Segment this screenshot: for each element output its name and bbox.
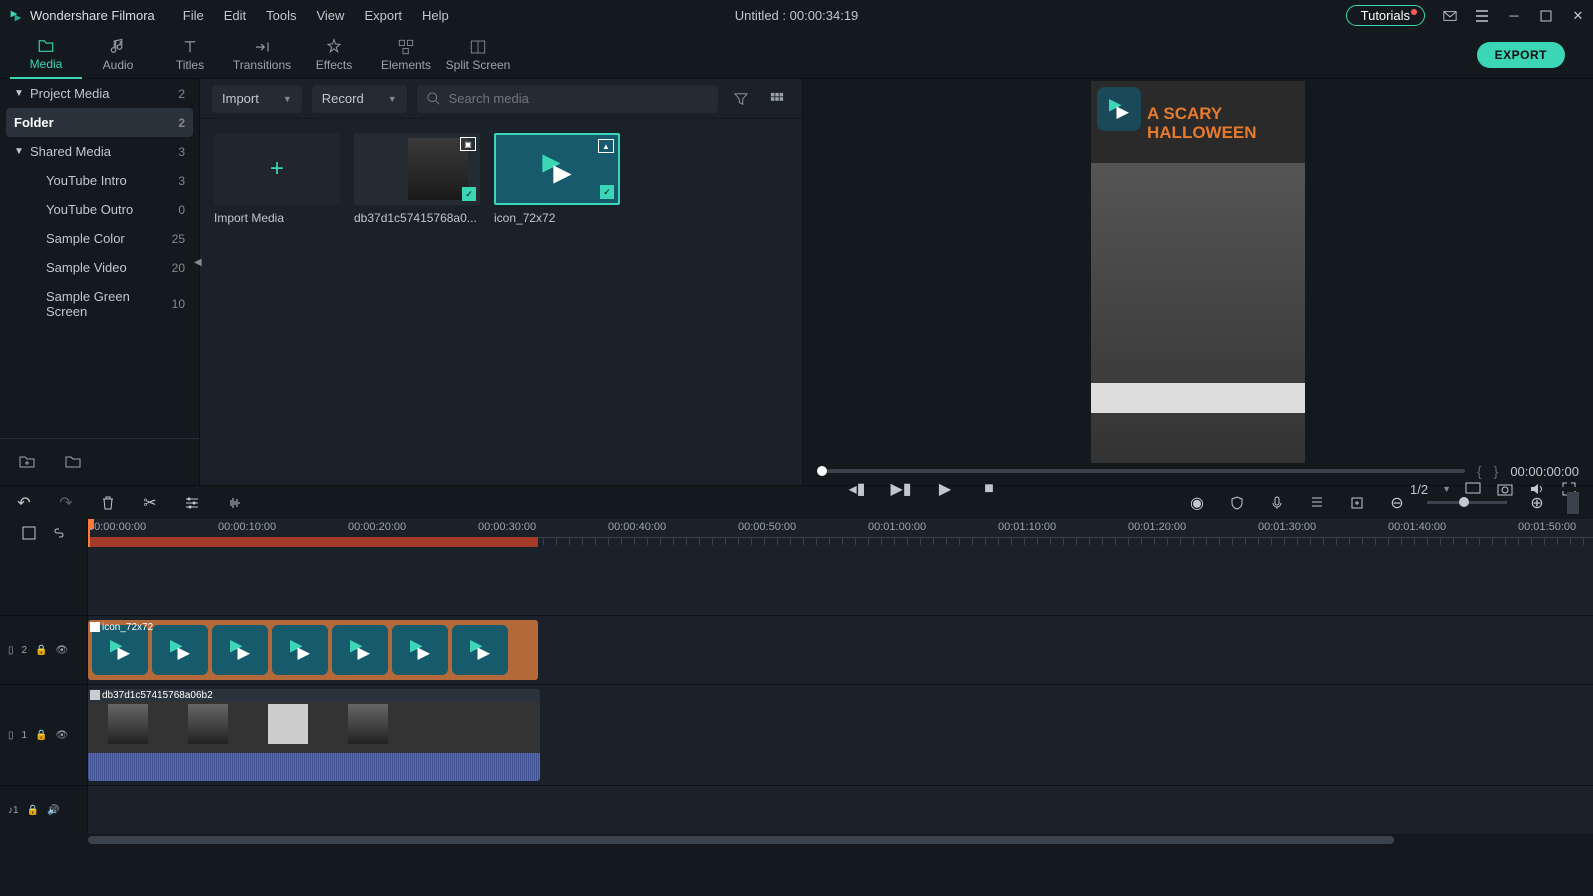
timeline-tracks: ▯2🔒👁 icon_72x72 ▯1🔒👁 db37d1c57415768a06b…: [0, 547, 1593, 834]
sidebar-item-sample-color[interactable]: Sample Color25: [0, 224, 199, 253]
speaker-icon[interactable]: 🔊: [47, 805, 59, 816]
tab-elements[interactable]: Elements: [370, 31, 442, 79]
maximize-button[interactable]: [1539, 9, 1553, 23]
search-icon: [427, 92, 441, 106]
tab-effects[interactable]: Effects: [298, 31, 370, 79]
tab-splitscreen[interactable]: Split Screen: [442, 31, 514, 79]
lock-icon[interactable]: 🔒: [27, 805, 39, 816]
prev-frame-button[interactable]: ◂▮: [847, 479, 867, 499]
tab-transitions[interactable]: Transitions: [226, 31, 298, 79]
app-name: Wondershare Filmora: [30, 8, 155, 23]
redo-button[interactable]: ↷: [56, 493, 76, 513]
timeline-ruler[interactable]: 00:00:00:0000:00:10:0000:00:20:0000:00:3…: [0, 519, 1593, 547]
mark-out-icon[interactable]: }: [1494, 463, 1499, 479]
zoom-in-icon[interactable]: ⊕: [1527, 493, 1547, 513]
stop-button[interactable]: ■: [979, 479, 999, 499]
marker-icon[interactable]: [1347, 493, 1367, 513]
tab-audio[interactable]: Audio: [82, 31, 154, 79]
search-media[interactable]: [417, 85, 718, 113]
cut-button[interactable]: ✂: [140, 493, 160, 513]
sidebar-item-shared-media[interactable]: ▼Shared Media3: [0, 137, 199, 166]
mic-icon[interactable]: [1267, 493, 1287, 513]
play-backward-button[interactable]: ▶▮: [891, 479, 911, 499]
sidebar-item-project-media[interactable]: ▼Project Media2: [0, 79, 199, 108]
scrub-handle[interactable]: [817, 466, 827, 476]
zoom-fit-button[interactable]: [1567, 492, 1579, 514]
render-icon[interactable]: ◉: [1187, 493, 1207, 513]
preview-canvas[interactable]: A SCARYHALLOWEEN: [803, 79, 1593, 463]
timeline-scrollbar[interactable]: [0, 834, 1593, 846]
used-check-icon: ✓: [462, 187, 476, 201]
adjust-icon[interactable]: [182, 493, 202, 513]
sidebar-item-sample-video[interactable]: Sample Video20: [0, 253, 199, 282]
lock-icon[interactable]: 🔒: [35, 730, 47, 741]
audio-wave-icon[interactable]: [224, 493, 244, 513]
sidebar-item-sample-green-screen[interactable]: Sample Green Screen10: [0, 282, 199, 326]
mail-icon[interactable]: [1443, 9, 1457, 23]
menu-bar: File Edit Tools View Export Help: [183, 8, 449, 23]
delete-button[interactable]: [98, 493, 118, 513]
menu-tools[interactable]: Tools: [266, 8, 296, 23]
undo-button[interactable]: ↶: [14, 493, 34, 513]
media-item-icon[interactable]: ▲✓ icon_72x72: [494, 133, 620, 225]
sidebar-item-youtube-outro[interactable]: YouTube Outro0: [0, 195, 199, 224]
import-dropdown[interactable]: Import▼: [212, 85, 302, 113]
document-title: Untitled : 00:00:34:19: [735, 8, 859, 23]
scrub-bar[interactable]: { } 00:00:00:00: [803, 463, 1593, 479]
zoom-slider[interactable]: [1427, 501, 1507, 504]
app-logo: Wondershare Filmora: [8, 8, 155, 24]
search-input[interactable]: [449, 91, 708, 106]
timecode: 00:00:00:00: [1510, 464, 1579, 479]
close-button[interactable]: ✕: [1571, 9, 1585, 23]
video-badge-icon: ▣: [460, 137, 476, 151]
record-dropdown[interactable]: Record▼: [312, 85, 407, 113]
overlay-logo-icon: [1097, 87, 1141, 131]
title-bar: Wondershare Filmora File Edit Tools View…: [0, 0, 1593, 31]
clip-video[interactable]: db37d1c57415768a06b2: [88, 689, 540, 781]
link-icon[interactable]: [49, 523, 69, 543]
timeline-options-icon[interactable]: [19, 523, 39, 543]
menu-file[interactable]: File: [183, 8, 204, 23]
eye-icon[interactable]: 👁: [56, 645, 69, 656]
media-sidebar: ▼Project Media2 Folder2 ▼Shared Media3 Y…: [0, 79, 200, 485]
sidebar-collapse-handle[interactable]: ◀: [194, 257, 204, 275]
menu-edit[interactable]: Edit: [224, 8, 246, 23]
minimize-button[interactable]: ─: [1507, 9, 1521, 23]
zoom-out-icon[interactable]: ⊖: [1387, 493, 1407, 513]
menu-export[interactable]: Export: [364, 8, 402, 23]
preview-panel: A SCARYHALLOWEEN { } 00:00:00:00 ◂▮ ▶▮ ▶…: [803, 79, 1593, 485]
list-icon[interactable]: [1475, 9, 1489, 23]
track-a1[interactable]: ♪1🔒🔊: [0, 785, 1593, 834]
eye-icon[interactable]: 👁: [56, 730, 69, 741]
media-item-video[interactable]: ▣✓ db37d1c57415768a0...: [354, 133, 480, 225]
used-check-icon: ✓: [600, 185, 614, 199]
menu-help[interactable]: Help: [422, 8, 449, 23]
mark-in-icon[interactable]: {: [1477, 463, 1482, 479]
import-media-card[interactable]: + Import Media: [214, 133, 340, 225]
media-panel: Import▼ Record▼ + Import Media ▣✓ db37d1…: [200, 79, 803, 485]
export-button[interactable]: EXPORT: [1477, 42, 1565, 68]
mixer-icon[interactable]: [1307, 493, 1327, 513]
tab-media[interactable]: Media: [10, 31, 82, 79]
sidebar-item-youtube-intro[interactable]: YouTube Intro3: [0, 166, 199, 195]
shield-icon[interactable]: [1227, 493, 1247, 513]
image-badge-icon: ▲: [598, 139, 614, 153]
overlay-title: A SCARYHALLOWEEN: [1147, 105, 1257, 142]
filmora-icon: [535, 147, 579, 191]
track-v2[interactable]: ▯2🔒👁 icon_72x72: [0, 615, 1593, 684]
tab-titles[interactable]: Titles: [154, 31, 226, 79]
primary-tabs: Media Audio Titles Transitions Effects E…: [0, 31, 1593, 79]
grid-view-icon[interactable]: [764, 86, 790, 112]
sidebar-item-folder[interactable]: Folder2: [6, 108, 193, 137]
new-folder-icon[interactable]: [14, 449, 40, 475]
play-button[interactable]: ▶: [935, 479, 955, 499]
clip-image[interactable]: icon_72x72: [88, 620, 538, 680]
track-spacer: [0, 547, 1593, 615]
track-v1[interactable]: ▯1🔒👁 db37d1c57415768a06b2: [0, 684, 1593, 785]
menu-view[interactable]: View: [316, 8, 344, 23]
tutorials-button[interactable]: Tutorials: [1346, 5, 1425, 26]
folder-icon[interactable]: [60, 449, 86, 475]
filter-icon[interactable]: [728, 86, 754, 112]
lock-icon[interactable]: 🔒: [35, 645, 47, 656]
